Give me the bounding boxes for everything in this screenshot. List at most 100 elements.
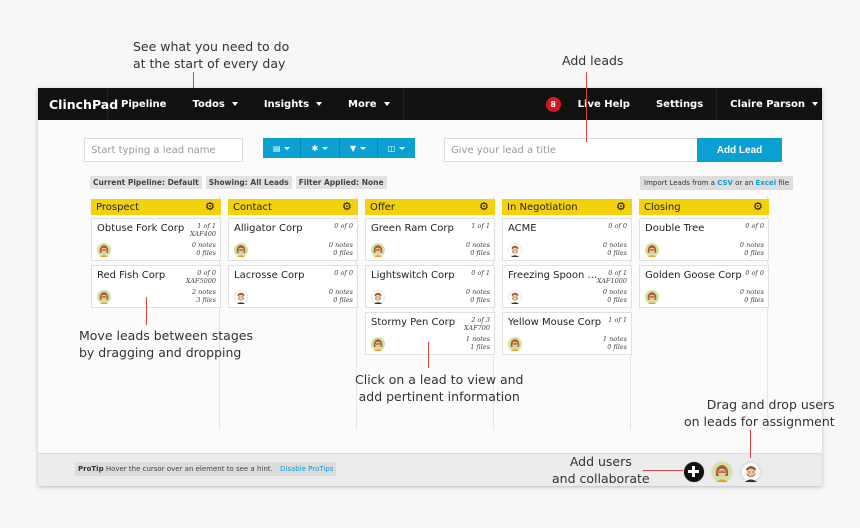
lead-card[interactable]: Obtuse Fork Corp 1 of 1 XAF400 0 notes 0 fil… — [91, 218, 221, 261]
stage-column[interactable]: Prospect ⚙ Obtuse Fork Corp 1 of 1 XAF400 0 n… — [86, 196, 221, 430]
lead-files: 1 files — [470, 342, 490, 351]
owner-avatar[interactable] — [645, 242, 659, 257]
user-menu[interactable]: Claire Parson — [717, 88, 822, 120]
gear-icon[interactable]: ⚙ — [616, 201, 627, 212]
nav-settings[interactable]: Settings — [643, 88, 716, 120]
disable-protips-link[interactable]: Disable ProTips — [280, 465, 333, 473]
protip: ProTip Hover the cursor over an element … — [75, 462, 337, 476]
chevron-down-icon — [360, 146, 367, 150]
lead-title-input[interactable] — [444, 138, 698, 162]
user-avatar-man[interactable] — [740, 461, 762, 483]
lead-card[interactable]: Red Fish Corp 0 of 0 XAF5000 2 notes 3 files — [91, 265, 221, 308]
lead-meta: 1 of 1 — [471, 222, 490, 231]
nav-insights[interactable]: Insights — [251, 88, 335, 120]
lead-meta: 0 of 0 XAF5000 — [186, 269, 216, 285]
owner-avatar[interactable] — [645, 289, 659, 304]
owner-avatar[interactable] — [371, 242, 385, 257]
lead-title: Obtuse Fork Corp — [97, 223, 185, 234]
chevron-down-icon — [316, 102, 323, 106]
stage-column[interactable]: Closing ⚙ Double Tree 0 of 00 notes 0 files G… — [634, 196, 769, 430]
lead-card[interactable]: Golden Goose Corp 0 of 0 0 notes 0 files — [639, 265, 769, 308]
owner-avatar[interactable] — [508, 242, 522, 257]
lead-card[interactable]: Alligator Corp 0 of 0 0 notes 0 files — [228, 218, 358, 261]
lead-progress: 1 of 1 — [471, 222, 490, 230]
lead-title: Double Tree — [645, 223, 705, 234]
lead-title: Red Fish Corp — [97, 270, 166, 281]
filter-button[interactable]: ▼ — [340, 138, 378, 158]
gear-icon[interactable]: ⚙ — [205, 201, 216, 212]
lead-card[interactable]: Lacrosse Corp 0 of 0 0 notes 0 files — [228, 265, 358, 308]
columns-button[interactable]: ◫ — [378, 138, 415, 158]
annotation-line — [146, 297, 147, 325]
lead-title: Golden Goose Corp — [645, 270, 742, 281]
calendar-view-button[interactable]: ▤ — [263, 138, 302, 158]
lead-meta: 0 of 0 — [334, 222, 353, 231]
lead-title: Lacrosse Corp — [234, 270, 305, 281]
nav-todos[interactable]: Todos — [179, 88, 250, 120]
lead-card[interactable]: Green Ram Corp 1 of 1 0 notes 0 files — [365, 218, 495, 261]
lead-search-input[interactable] — [84, 138, 243, 162]
nav-pipeline[interactable]: Pipeline — [108, 88, 179, 120]
lead-progress: 0 of 0 — [745, 222, 764, 230]
chevron-down-icon — [231, 102, 238, 106]
owner-avatar[interactable] — [97, 242, 111, 257]
lead-progress: 0 of 0 — [608, 222, 627, 230]
lead-files: 0 files — [470, 248, 490, 257]
gear-icon[interactable]: ⚙ — [342, 201, 353, 212]
lead-files: 0 files — [744, 295, 764, 304]
brand-logo[interactable]: ClinchPad — [38, 88, 118, 120]
annotation-todos: See what you need to do at the start of … — [133, 39, 290, 71]
pipeline-chip[interactable]: Current Pipeline: Default — [90, 176, 202, 189]
options-button[interactable]: ✱ — [301, 138, 340, 158]
lead-title: Lightswitch Corp — [371, 270, 455, 281]
lead-card[interactable]: Lightswitch Corp 0 of 1 0 notes 0 files — [365, 265, 495, 308]
lead-stats: 0 notes 0 files — [740, 288, 764, 304]
lead-card[interactable]: ACME 0 of 0 0 notes 0 files — [502, 218, 632, 261]
owner-avatar[interactable] — [97, 289, 111, 304]
annotation-click-lead: Click on a lead to view and add pertinen… — [355, 372, 524, 404]
owner-avatar[interactable] — [508, 289, 522, 304]
import-excel-link[interactable]: Excel — [756, 179, 777, 187]
lead-files: 0 files — [607, 342, 627, 351]
add-lead-button[interactable]: Add Lead — [697, 138, 782, 162]
gear-icon[interactable]: ⚙ — [753, 201, 764, 212]
lead-files: 0 files — [607, 248, 627, 257]
nav-live-help[interactable]: Live Help — [565, 88, 643, 120]
owner-avatar[interactable] — [508, 336, 522, 351]
top-navbar: ClinchPad Pipeline Todos Insights More 8… — [38, 88, 822, 120]
owner-avatar[interactable] — [371, 336, 385, 351]
columns-icon: ◫ — [387, 143, 396, 153]
user-avatar-woman[interactable] — [711, 461, 733, 483]
lead-stats: 0 notes 0 files — [329, 288, 353, 304]
notification-badge[interactable]: 8 — [545, 96, 561, 112]
showing-chip[interactable]: Showing: All Leads — [205, 176, 292, 189]
add-user-button[interactable] — [683, 461, 705, 483]
owner-avatar[interactable] — [371, 289, 385, 304]
lead-files: 0 files — [607, 295, 627, 304]
import-csv-link[interactable]: CSV — [717, 179, 733, 187]
lead-title: Yellow Mouse Corp — [508, 317, 602, 328]
owner-avatar[interactable] — [234, 289, 248, 304]
import-leads: Import Leads from a CSV or an Excel file — [640, 176, 794, 190]
annotation-move-leads: Move leads between stages by dragging an… — [79, 328, 253, 360]
nav-more[interactable]: More — [335, 88, 403, 120]
lead-card[interactable]: Yellow Mouse Corp 1 of 1 1 notes 0 files — [502, 312, 632, 355]
lead-card[interactable]: Double Tree 0 of 0 0 notes 0 files — [639, 218, 769, 261]
annotation-line — [750, 430, 751, 458]
annotation-line — [428, 342, 429, 368]
gear-icon[interactable]: ⚙ — [479, 201, 490, 212]
lead-card[interactable]: Stormy Pen Corp 2 of 3 XAF700 1 notes 1 file… — [365, 312, 495, 355]
owner-avatar[interactable] — [234, 242, 248, 257]
lead-card[interactable]: Freezing Spoon ... 0 of 1 XAF1000 0 notes 0 … — [502, 265, 632, 308]
filter-chip[interactable]: Filter Applied: None — [295, 176, 387, 189]
stage-column[interactable]: Contact ⚙ Alligator Corp 0 of 0 0 notes 0 fil… — [223, 196, 358, 430]
lead-title: Stormy Pen Corp — [371, 317, 456, 328]
stage-header: Prospect ⚙ — [91, 199, 221, 215]
chevron-down-icon — [383, 102, 390, 106]
stage-header: Offer ⚙ — [365, 199, 495, 215]
lead-files: 0 files — [470, 295, 490, 304]
lead-meta: 0 of 0 — [745, 222, 764, 231]
lead-files: 0 files — [333, 248, 353, 257]
lead-stats: 0 notes 0 files — [466, 288, 490, 304]
stage-header: In Negotiation ⚙ — [502, 199, 632, 215]
